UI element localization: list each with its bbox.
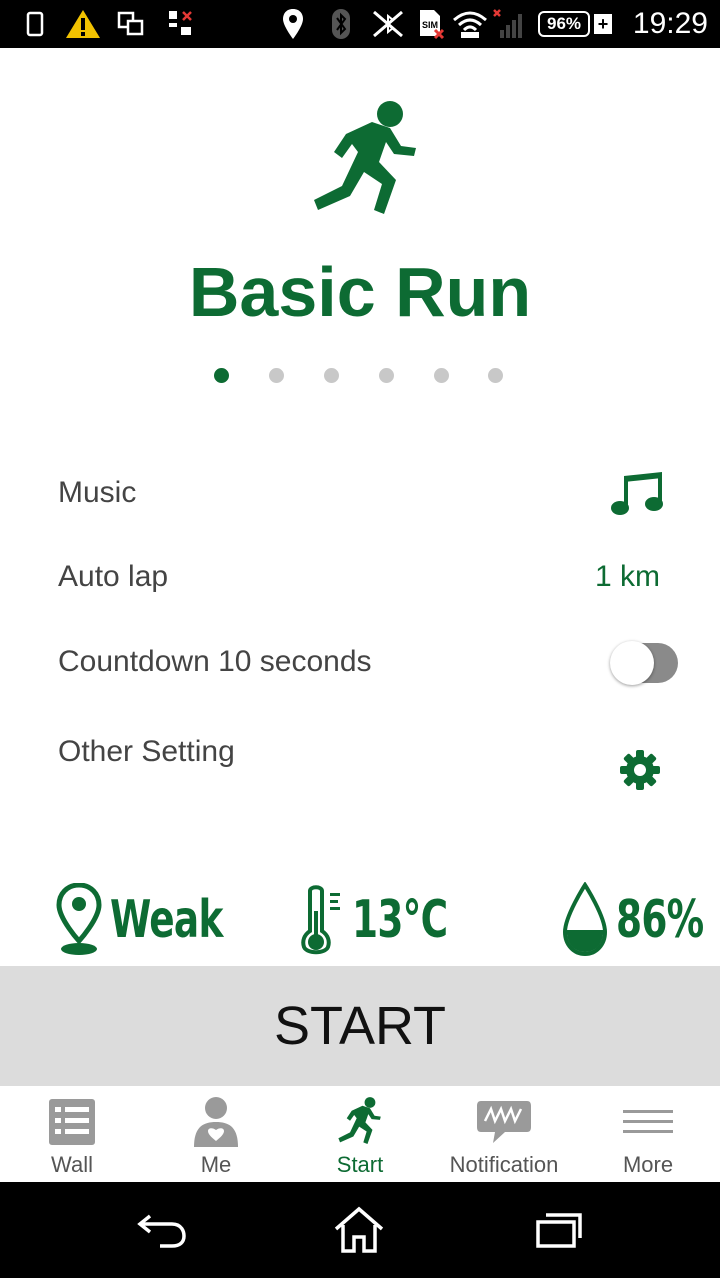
- humidity-status: 86%: [562, 880, 706, 960]
- page-indicator: [0, 368, 720, 384]
- tab-label: Start: [336, 1152, 384, 1177]
- workout-title: Basic Run: [188, 253, 532, 331]
- tab-me[interactable]: Me: [144, 1088, 288, 1182]
- status-bar: SIM 96% + 19:29: [0, 0, 720, 48]
- page-dot[interactable]: [214, 368, 229, 383]
- humidity-value: 86%: [616, 890, 704, 950]
- tab-label: Wall: [51, 1152, 93, 1177]
- wall-icon: [0, 1094, 144, 1150]
- recents-icon: [536, 1213, 582, 1248]
- back-button[interactable]: [126, 1200, 196, 1260]
- toggle-knob: [610, 641, 654, 685]
- back-icon: [137, 1214, 186, 1248]
- charging-icon: +: [594, 14, 612, 34]
- page-dot[interactable]: [488, 368, 503, 383]
- data-icon: [166, 8, 196, 40]
- countdown-label: Countdown 10 seconds: [58, 645, 372, 678]
- warning-icon: [64, 8, 102, 40]
- system-nav-bar: [0, 1182, 720, 1278]
- auto-lap-label: Auto lap: [58, 560, 169, 593]
- recents-button[interactable]: [524, 1200, 594, 1260]
- runner-icon: [306, 96, 426, 226]
- auto-lap-value[interactable]: 1 km: [595, 560, 660, 594]
- water-drop-icon: [562, 882, 608, 957]
- page-dot[interactable]: [269, 368, 284, 383]
- start-button[interactable]: START: [0, 966, 720, 1086]
- tab-start[interactable]: Start: [288, 1088, 432, 1182]
- tab-label: Me: [200, 1152, 232, 1177]
- bluetooth-icon: [330, 8, 352, 40]
- gps-status: Weak: [56, 880, 230, 960]
- sim-icon: SIM: [416, 8, 446, 40]
- runner-icon: [288, 1094, 432, 1150]
- temperature-status: 13°C: [298, 880, 452, 960]
- page-dot[interactable]: [434, 368, 449, 383]
- svg-text:SIM: SIM: [422, 20, 438, 30]
- tab-more[interactable]: More: [576, 1088, 720, 1182]
- tab-label: Notification: [449, 1152, 559, 1177]
- tab-label: More: [622, 1152, 674, 1177]
- signal-icon: [492, 8, 526, 40]
- battery-indicator: 96%: [538, 11, 590, 37]
- countdown-toggle[interactable]: [608, 639, 680, 687]
- gps-pin-icon: [56, 883, 102, 955]
- page-dot[interactable]: [324, 368, 339, 383]
- screens-icon: [116, 8, 146, 40]
- page-dot[interactable]: [379, 368, 394, 383]
- phone-icon: [22, 8, 48, 40]
- bottom-tab-bar: Wall Me Start Notification More: [0, 1088, 720, 1182]
- music-note-icon[interactable]: [610, 470, 666, 518]
- menu-icon: [576, 1094, 720, 1150]
- temperature-value: 13°C: [352, 890, 448, 950]
- location-icon: [282, 8, 304, 40]
- gps-value: Weak: [110, 890, 223, 950]
- notification-icon: [432, 1094, 576, 1150]
- home-button[interactable]: [324, 1200, 394, 1260]
- tab-notification[interactable]: Notification: [432, 1088, 576, 1182]
- home-icon: [334, 1206, 384, 1253]
- tab-wall[interactable]: Wall: [0, 1088, 144, 1182]
- nfc-icon: [370, 8, 406, 40]
- other-setting-label: Other Setting: [58, 735, 235, 768]
- status-time: 19:29: [632, 7, 708, 40]
- person-icon: [144, 1094, 288, 1150]
- thermometer-icon: [301, 885, 340, 955]
- wifi-icon: [450, 8, 490, 40]
- gear-icon[interactable]: [616, 746, 664, 794]
- music-label: Music: [58, 476, 137, 509]
